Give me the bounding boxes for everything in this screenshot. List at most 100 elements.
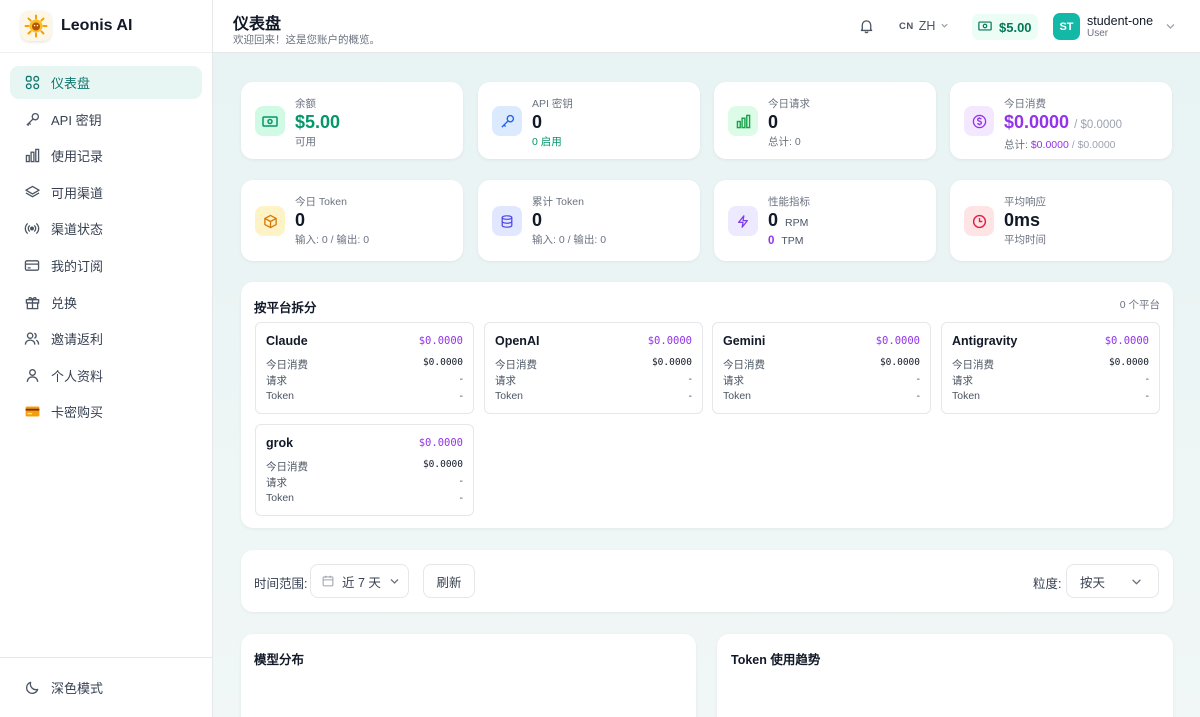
sidebar-item-label: 可用渠道 [51, 185, 104, 201]
sidebar-item-channel-status[interactable]: 渠道状态 [10, 212, 202, 245]
app-name: Leonis AI [61, 17, 133, 34]
brand[interactable]: Leonis AI [0, 0, 212, 53]
stat-value: 0ms [1004, 210, 1041, 230]
user-menu[interactable]: ST student-one User [1053, 13, 1176, 40]
platform-cost: $0.0000 [418, 335, 463, 347]
stat-label: 平均响应 [1004, 196, 1046, 208]
layers-icon [24, 184, 40, 200]
time-range-select[interactable]: 近 7 天 [310, 564, 409, 598]
platform-name: grok [266, 436, 294, 450]
stat-card-today-requests: 今日请求 0 总计: 0 [714, 82, 936, 159]
row-label: Token [952, 390, 981, 402]
stat-value: $5.00 [295, 112, 341, 132]
row-value: - [459, 492, 464, 504]
notifications-bell-icon[interactable] [859, 18, 874, 37]
granularity-select[interactable]: 按天 [1066, 564, 1159, 598]
dark-mode-label: 深色模式 [51, 681, 104, 696]
chevron-down-icon [1130, 576, 1143, 587]
row-label: 请求 [495, 375, 516, 387]
dark-mode-toggle[interactable]: 深色模式 [10, 671, 202, 704]
row-value: - [459, 390, 464, 402]
page-title: 仪表盘 [233, 16, 282, 33]
granularity-label: 粒度: [1033, 577, 1062, 591]
gift-icon [24, 294, 40, 310]
row-value: - [459, 373, 464, 385]
user-name: student-one [1087, 13, 1154, 28]
row-label: 今日消费 [952, 359, 994, 371]
sidebar-item-card-purchase[interactable]: 卡密购买 [10, 395, 202, 428]
section-title: 模型分布 [254, 653, 305, 667]
top-header: 仪表盘 欢迎回来！这是您账户的概览。 CN ZH $5.00 ST studen… [213, 0, 1200, 53]
lightning-icon [728, 206, 758, 236]
header-balance-badge[interactable]: $5.00 [972, 14, 1038, 40]
sidebar-item-label: 个人资料 [51, 368, 104, 384]
avatar: ST [1053, 13, 1080, 40]
row-value: - [916, 373, 921, 385]
credit-card-icon [24, 257, 40, 273]
sidebar-item-referral[interactable]: 邀请返利 [10, 322, 202, 355]
sidebar-item-channels[interactable]: 可用渠道 [10, 176, 202, 209]
database-icon [492, 206, 522, 236]
row-value: - [1145, 373, 1150, 385]
sidebar-item-label: 我的订阅 [51, 258, 104, 274]
platform-card-antigravity: Antigravity $0.0000 今日消费 $0.0000 请求 - Toke… [941, 322, 1160, 414]
calendar-icon [322, 575, 334, 587]
row-value: - [459, 475, 464, 487]
stat-sub: 0 启用 [532, 136, 562, 148]
dollar-circle-icon [964, 106, 994, 136]
stat-value: $0.0000 [1004, 112, 1070, 132]
sidebar-item-redeem[interactable]: 兑换 [10, 286, 202, 319]
stat-value-total: / $0.0000 [1074, 119, 1123, 131]
stat-sub: 可用 [295, 136, 316, 148]
sidebar-item-usage[interactable]: 使用记录 [10, 139, 202, 172]
platform-name: OpenAI [495, 334, 540, 348]
row-value: $0.0000 [422, 357, 463, 368]
language-selector[interactable]: CN ZH [899, 19, 949, 33]
stat-value: 0 [532, 112, 543, 132]
signal-icon [24, 221, 40, 237]
chevron-down-icon [940, 19, 949, 33]
row-label: 请求 [952, 375, 973, 387]
users-icon [24, 331, 40, 347]
row-value: $0.0000 [1108, 357, 1149, 368]
stat-label: 余额 [295, 98, 316, 110]
granularity-value: 按天 [1080, 575, 1106, 590]
stat-unit: RPM [785, 217, 809, 229]
sidebar-item-subscription[interactable]: 我的订阅 [10, 249, 202, 282]
sidebar-nav: 仪表盘 API 密钥 使用记录 可用渠道 渠道状态 我的订阅 兑换 邀请返利 个… [0, 53, 212, 428]
row-label: 请求 [723, 375, 744, 387]
filter-bar: 时间范围: 近 7 天 刷新 粒度: 按天 [241, 550, 1173, 612]
stat-label: 今日消费 [1004, 98, 1046, 110]
stat-card-today-cost: 今日消费 $0.0000 / $0.0000 总计: $0.0000 / $0.… [950, 82, 1172, 159]
stat-sub-label: 总计: [1004, 139, 1031, 151]
sidebar: Leonis AI 仪表盘 API 密钥 使用记录 可用渠道 渠道状态 我的订阅… [0, 0, 213, 717]
platform-cost: $0.0000 [418, 437, 463, 449]
row-value: $0.0000 [651, 357, 692, 368]
stat-sub: 输入: 0 / 输出: 0 [532, 234, 607, 246]
refresh-button[interactable]: 刷新 [423, 564, 475, 598]
platform-card-gemini: Gemini $0.0000 今日消费 $0.0000 请求 - Token - [712, 322, 931, 414]
stat-value: 0 [768, 210, 779, 230]
stat-label: 今日请求 [768, 98, 810, 110]
sidebar-item-label: 兑换 [51, 295, 78, 311]
row-label: Token [266, 492, 295, 504]
sun-lion-logo-icon [21, 11, 51, 41]
stat-sub: 平均时间 [1004, 234, 1046, 246]
sidebar-item-api-keys[interactable]: API 密钥 [10, 103, 202, 136]
stat-sub: 输入: 0 / 输出: 0 [295, 234, 370, 246]
sidebar-item-dashboard[interactable]: 仪表盘 [10, 66, 202, 99]
row-value: - [688, 390, 693, 402]
token-trend-panel: Token 使用趋势 [717, 634, 1173, 717]
cube-icon [255, 206, 285, 236]
row-label: 请求 [266, 375, 287, 387]
sidebar-item-label: 使用记录 [51, 149, 104, 165]
stat-card-balance: 余额 $5.00 可用 [241, 82, 463, 159]
row-label: 请求 [266, 477, 287, 489]
platform-cost: $0.0000 [1104, 335, 1149, 347]
stat-card-performance: 性能指标 0 RPM 0 TPM [714, 180, 936, 261]
sidebar-item-profile[interactable]: 个人资料 [10, 359, 202, 392]
platform-card-grok: grok $0.0000 今日消费 $0.0000 请求 - Token - [255, 424, 474, 516]
language-label: ZH [918, 19, 936, 33]
row-label: Token [495, 390, 524, 402]
stat-card-avg-response: 平均响应 0ms 平均时间 [950, 180, 1172, 261]
